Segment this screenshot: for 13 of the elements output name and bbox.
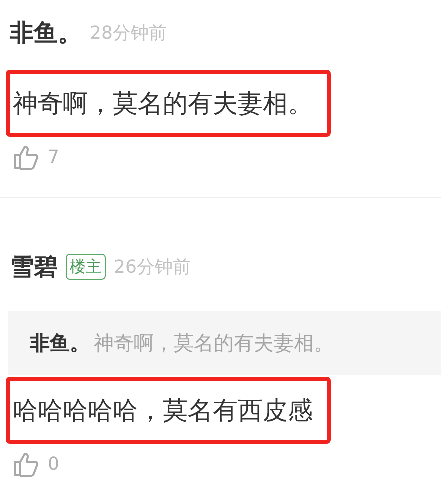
thumbs-up-icon [12, 450, 40, 478]
thumbs-up-icon [12, 143, 40, 171]
like-count: 0 [48, 452, 60, 476]
comment-text: 哈哈哈哈哈，莫名有西皮感 [13, 395, 313, 427]
author-name[interactable]: 非鱼。 [10, 14, 82, 52]
like-count: 7 [48, 146, 60, 170]
quoted-text: 神奇啊，莫名的有夫妻相。 [94, 330, 334, 357]
author-tag: 楼主 [66, 254, 106, 280]
timestamp: 28分钟前 [90, 22, 167, 46]
author-name[interactable]: 雪碧 [10, 248, 58, 286]
timestamp: 26分钟前 [114, 256, 191, 280]
comment-text: 神奇啊，莫名的有夫妻相。 [13, 88, 313, 120]
quoted-author: 非鱼。 [30, 330, 90, 357]
